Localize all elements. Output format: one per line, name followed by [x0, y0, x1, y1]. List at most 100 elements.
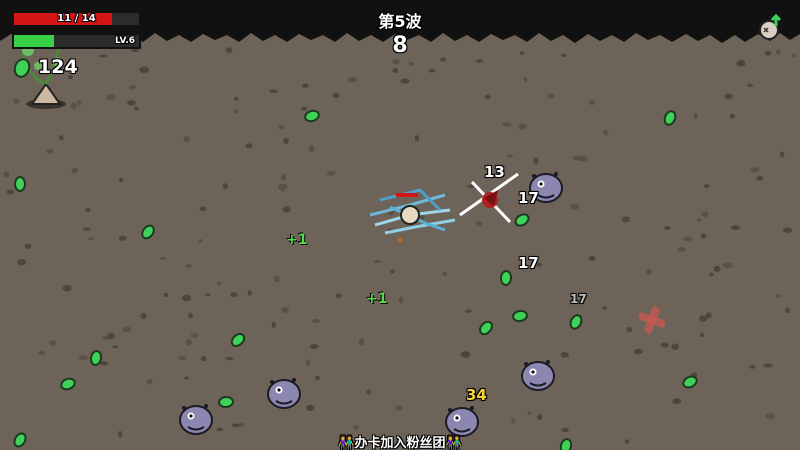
- pebble: [82, 227, 91, 231]
- materials-layer: [13, 109, 698, 450]
- pebble: [273, 275, 280, 283]
- pebble: [335, 293, 342, 299]
- pebble: [216, 427, 224, 432]
- pebble: [3, 171, 10, 178]
- crit-damage-number: 34: [466, 386, 487, 404]
- pebble: [269, 89, 278, 94]
- pebble: [278, 183, 288, 191]
- pebble: [311, 318, 321, 323]
- pebble: [664, 226, 671, 230]
- pebble: [49, 340, 57, 346]
- pebble: [400, 78, 410, 84]
- material-drop: [60, 377, 76, 391]
- pebble: [750, 167, 760, 173]
- pebble: [282, 206, 291, 213]
- pebble: [697, 218, 702, 222]
- pebble: [190, 333, 199, 338]
- pebble: [140, 313, 147, 320]
- wave-timer: 8: [392, 33, 408, 58]
- pebble: [518, 123, 527, 130]
- material-count: 124: [38, 56, 78, 78]
- pebble: [366, 389, 372, 395]
- pebble: [373, 259, 382, 264]
- pebble: [305, 359, 311, 366]
- pebble: [118, 235, 127, 241]
- pebble: [546, 93, 555, 99]
- pebble: [46, 148, 54, 154]
- pebble: [247, 290, 252, 296]
- material-drop: [479, 320, 493, 336]
- pebble: [779, 151, 785, 158]
- pebble: [185, 264, 192, 268]
- pebble: [704, 184, 710, 189]
- arena: [0, 0, 800, 450]
- material-drop: [141, 224, 155, 240]
- enemy-alien: [179, 404, 213, 435]
- pebble: [408, 62, 415, 66]
- pebble: [756, 175, 763, 181]
- pebble: [749, 365, 756, 369]
- material-icon: [13, 58, 31, 78]
- pebble: [523, 76, 528, 83]
- pebble: [464, 309, 472, 313]
- pebble: [358, 338, 365, 346]
- pebble: [326, 171, 336, 176]
- pebble: [683, 236, 693, 242]
- pebble: [390, 269, 395, 274]
- pebble: [78, 355, 89, 361]
- pebble: [186, 339, 192, 346]
- enemy-alien: [521, 360, 555, 391]
- pebble: [747, 83, 754, 88]
- pebble: [6, 189, 15, 195]
- pebble: [146, 378, 153, 385]
- pebble: [314, 375, 320, 381]
- pebble: [184, 376, 190, 380]
- pebble: [133, 106, 139, 111]
- pebble: [24, 243, 32, 249]
- pebble: [300, 106, 307, 111]
- pebble: [230, 292, 238, 298]
- pebble: [233, 109, 239, 114]
- pebble: [736, 59, 746, 67]
- heal-number: +1: [366, 291, 388, 307]
- pebble: [128, 85, 137, 90]
- pebble: [398, 296, 404, 304]
- enemy-alien: [267, 378, 301, 409]
- pebble: [70, 102, 77, 110]
- pebble: [122, 326, 132, 333]
- pebble: [476, 221, 483, 227]
- pebble: [572, 155, 583, 161]
- pebble: [281, 307, 289, 313]
- pebble: [353, 425, 359, 430]
- pebble: [527, 411, 532, 415]
- pebble: [222, 183, 229, 190]
- pebble: [763, 363, 773, 368]
- pebble: [428, 69, 436, 73]
- pebble: [283, 137, 289, 145]
- pebble: [785, 307, 790, 314]
- pebble: [118, 177, 124, 183]
- pebble: [199, 206, 207, 211]
- pebble: [442, 271, 447, 277]
- pebble: [511, 418, 516, 424]
- material-drop: [499, 270, 513, 286]
- wave-title: 第5波: [378, 12, 422, 31]
- pebble: [281, 173, 287, 181]
- pebble: [533, 157, 539, 165]
- pebble: [730, 225, 741, 231]
- pebble: [87, 237, 95, 241]
- ground-pebbles: [3, 47, 797, 444]
- pebble: [501, 122, 512, 127]
- pebble: [460, 351, 471, 358]
- pebble: [332, 92, 340, 99]
- pebble: [38, 350, 46, 355]
- pebble: [588, 255, 596, 261]
- pebble: [178, 356, 187, 360]
- pebble: [225, 356, 234, 361]
- pebble: [231, 423, 241, 427]
- pebble: [392, 58, 400, 65]
- pebble: [602, 306, 607, 310]
- game-viewport: 11 / 14 LV.6 124 第5波 8 13 17 17 17 34 +1…: [0, 0, 800, 450]
- material-drop: [218, 395, 234, 409]
- pebble: [188, 312, 194, 318]
